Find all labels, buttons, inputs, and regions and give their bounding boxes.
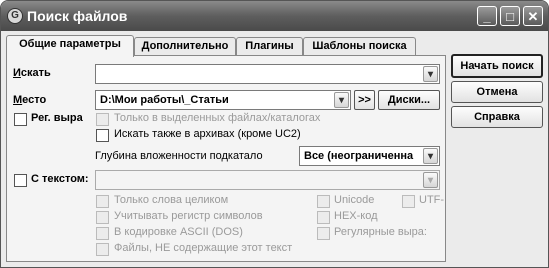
chevron-down-icon[interactable]: ▾ (423, 172, 438, 188)
help-button[interactable]: Справка (451, 106, 543, 128)
depth-label: Глубина вложенности подкатало (95, 150, 263, 162)
case-label: Учитывать регистр символов (114, 210, 263, 222)
regex-checkbox[interactable] (14, 113, 27, 126)
unicode-checkbox[interactable] (317, 195, 330, 208)
with-text-label: С текстом: (31, 173, 89, 185)
tab-general[interactable]: Общие параметры (6, 35, 134, 57)
browse-button[interactable]: >> (354, 90, 375, 110)
start-search-button[interactable]: Начать поиск (451, 54, 543, 78)
window-title: Поиск файлов (27, 8, 128, 24)
minimize-button[interactable]: _ (477, 6, 497, 26)
utf-label: UTF- (419, 194, 444, 206)
text-combo[interactable]: ▾ (95, 170, 440, 190)
case-checkbox[interactable] (96, 211, 109, 224)
app-icon: G (7, 8, 23, 24)
title-bar[interactable]: G Поиск файлов _ □ ✕ (1, 1, 548, 31)
unicode-label: Unicode (334, 194, 375, 206)
cancel-button[interactable]: Отмена (451, 81, 543, 103)
regex2-label: Регулярные выра: (334, 226, 427, 238)
chevron-down-icon[interactable]: ▾ (334, 92, 349, 108)
not-containing-checkbox[interactable] (96, 243, 109, 256)
hex-checkbox[interactable] (317, 211, 330, 224)
maximize-button[interactable]: □ (500, 6, 520, 26)
location-value: D:\Мои работы\_Статьи (100, 94, 229, 106)
close-button[interactable]: ✕ (523, 6, 543, 26)
tab-search-templates[interactable]: Шаблоны поиска (303, 37, 416, 55)
regex2-checkbox[interactable] (317, 227, 330, 240)
hex-label: HEX-код (334, 210, 378, 222)
search-files-window: G Поиск файлов _ □ ✕ Общие параметры Доп… (0, 0, 549, 268)
depth-combo[interactable]: Все (неограниченна ▾ (299, 146, 440, 166)
chevron-down-icon[interactable]: ▾ (423, 66, 438, 82)
with-text-checkbox[interactable] (14, 174, 27, 187)
location-label: Место (13, 94, 47, 106)
search-for-label: Искать (13, 67, 51, 79)
whole-words-checkbox[interactable] (96, 195, 109, 208)
depth-value: Все (неограниченна (304, 150, 414, 162)
search-for-combo[interactable]: ▾ (95, 64, 440, 84)
not-containing-label: Файлы, НЕ содержащие этот текст (114, 242, 293, 254)
general-panel: Искать ▾ Место D:\Мои работы\_Статьи ▾ >… (6, 55, 446, 262)
ascii-checkbox[interactable] (96, 227, 109, 240)
drives-button[interactable]: Диски... (378, 90, 440, 110)
only-selected-checkbox[interactable] (96, 113, 109, 126)
regex-label: Рег. выра (31, 112, 83, 124)
only-selected-label: Только в выделенных файлах/каталогах (114, 112, 321, 124)
tab-plugins[interactable]: Плагины (236, 37, 303, 55)
chevron-down-icon[interactable]: ▾ (423, 148, 438, 164)
whole-words-label: Только слова целиком (114, 194, 229, 206)
tab-advanced[interactable]: Дополнительно (134, 37, 236, 55)
search-archives-label: Искать также в архивах (кроме UC2) (114, 128, 301, 140)
ascii-label: В кодировке ASCII (DOS) (114, 226, 243, 238)
location-combo[interactable]: D:\Мои работы\_Статьи ▾ (95, 90, 351, 110)
search-archives-checkbox[interactable] (96, 129, 109, 142)
utf-checkbox[interactable] (402, 195, 415, 208)
